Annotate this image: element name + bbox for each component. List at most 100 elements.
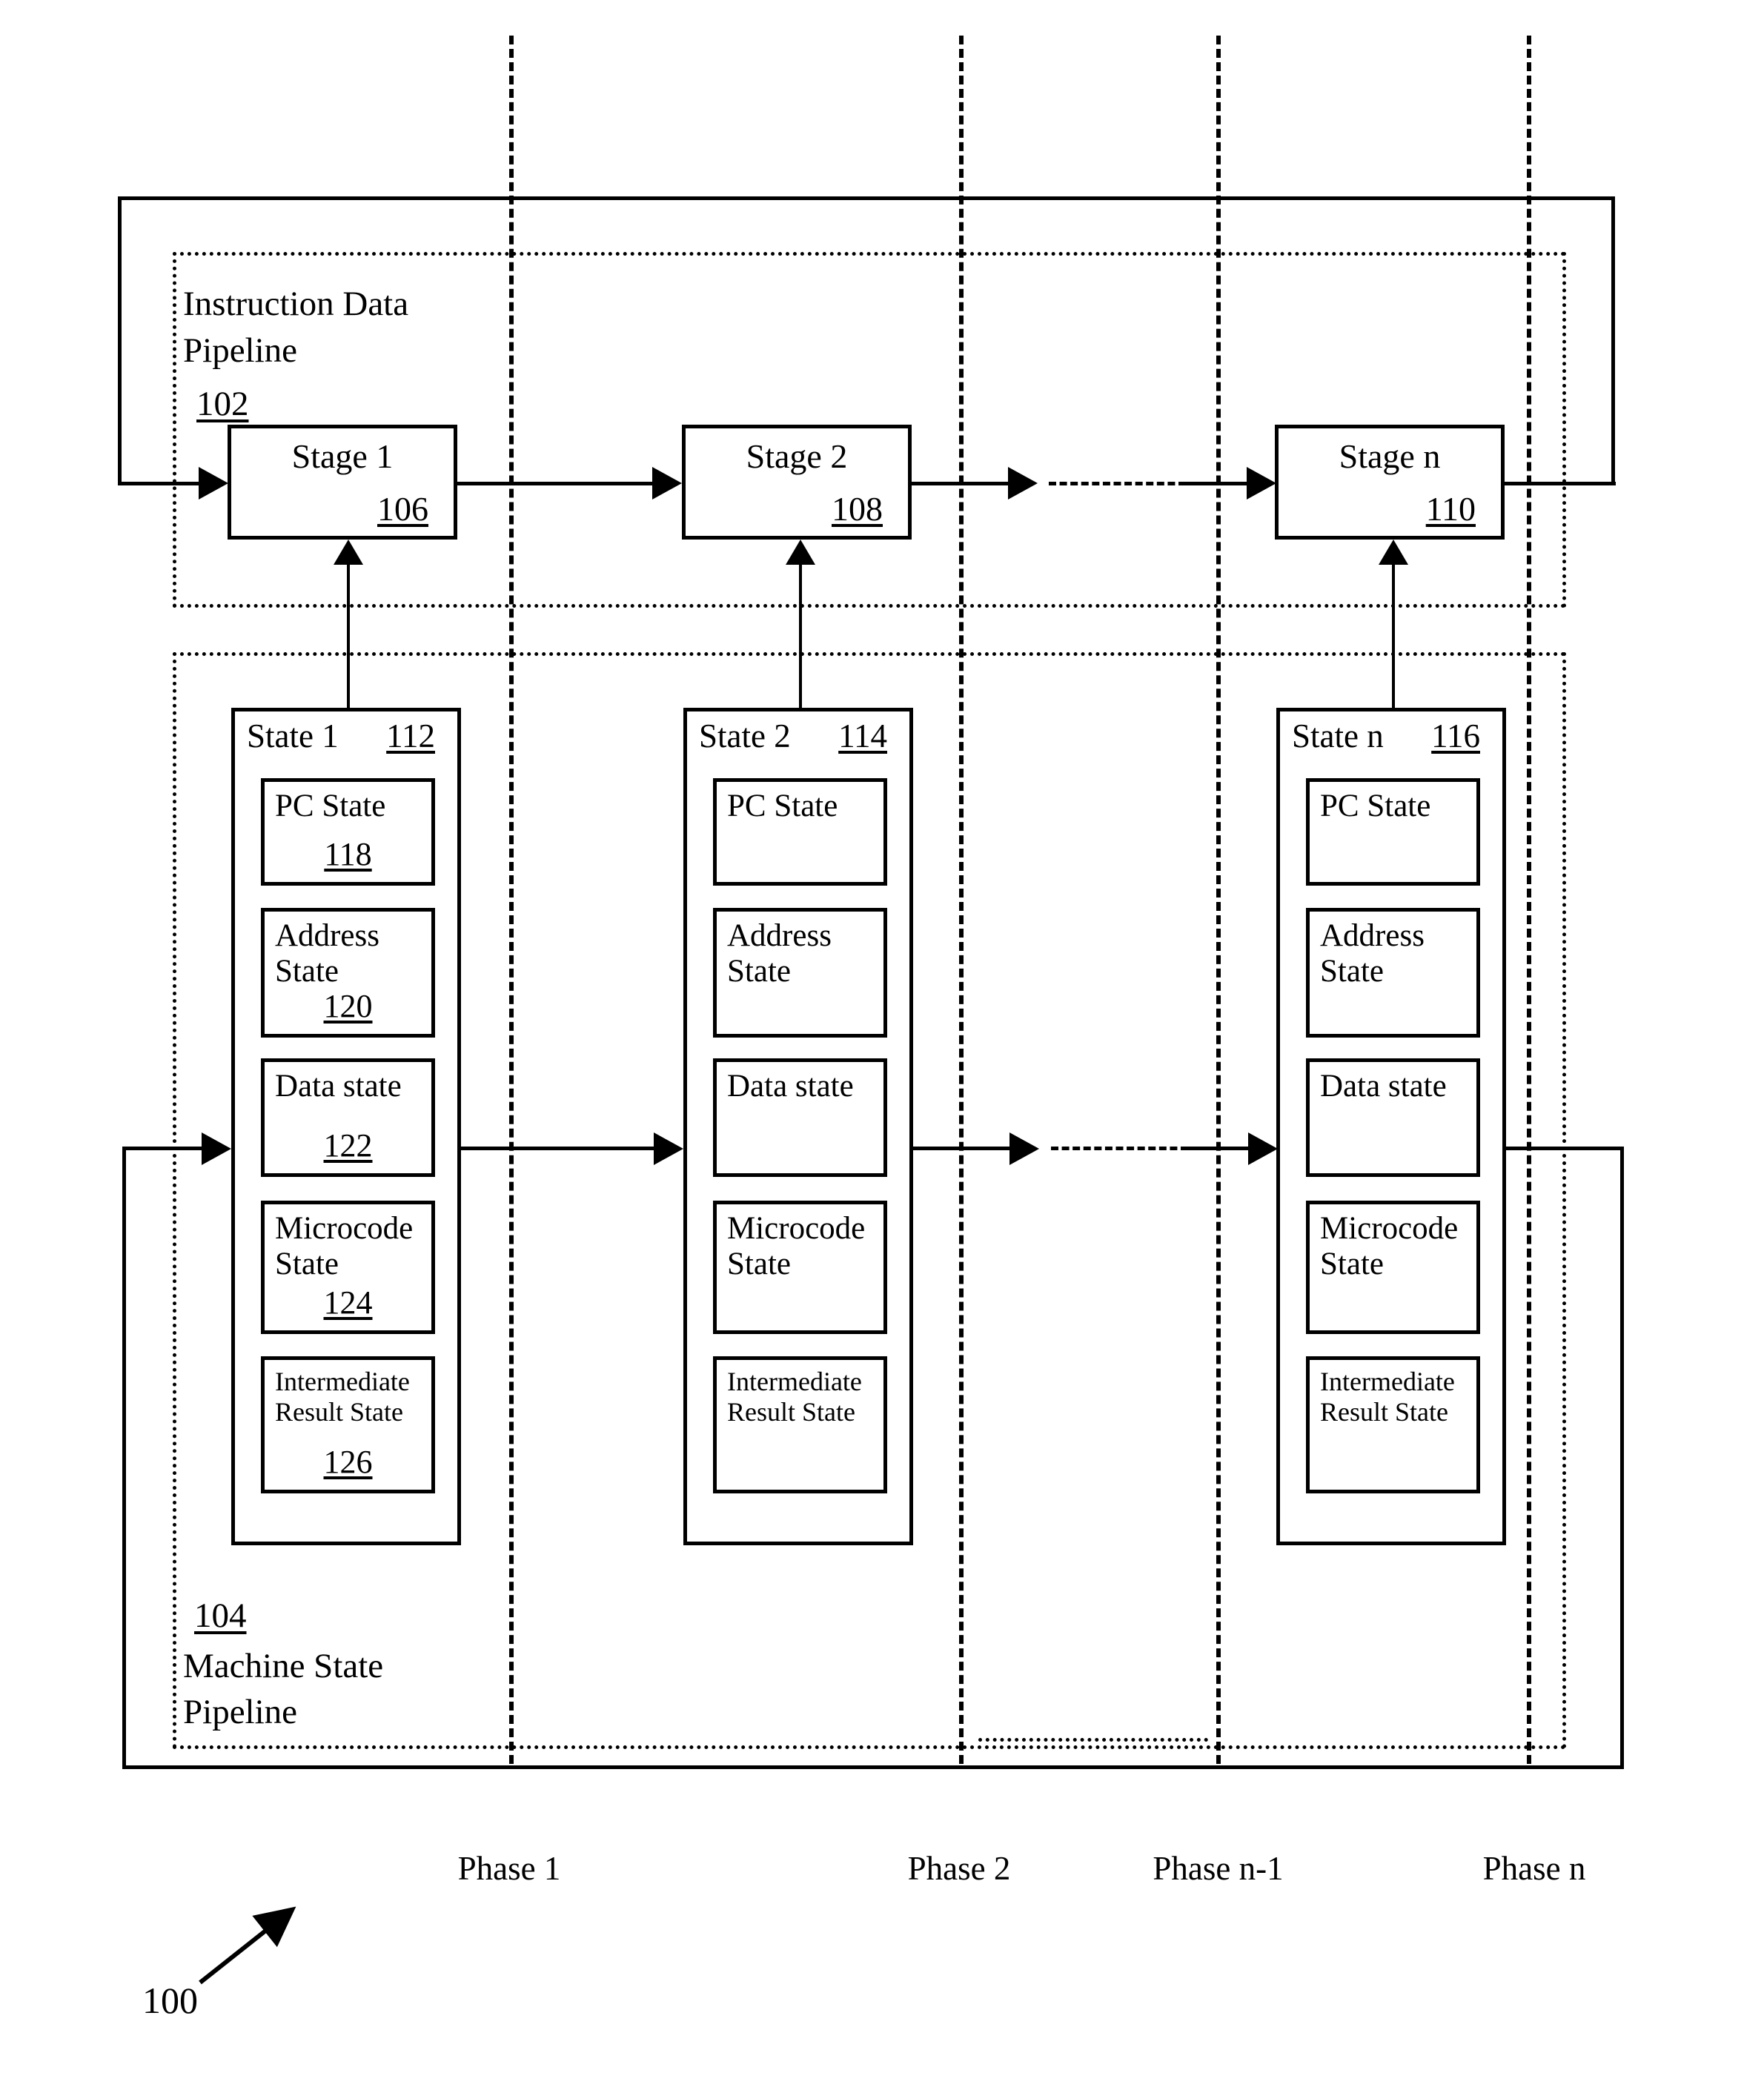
stage-n-ref: 110 [1425, 490, 1476, 528]
state1-to-state2-line [461, 1147, 657, 1150]
state-2-microcode-state-label: Microcode State [727, 1211, 866, 1282]
state-1-microcode-state[interactable]: Microcode State 124 [261, 1201, 435, 1334]
state1-to-stage1-line [347, 563, 350, 711]
state-2-address-state[interactable]: Address State [713, 908, 887, 1038]
state-n-microcode-state-label: Microcode State [1320, 1211, 1459, 1282]
state-1-address-state-ref: 120 [323, 988, 373, 1024]
state-n-pc-state-label: PC State [1320, 789, 1431, 823]
stage-box-1[interactable]: Stage 1 106 [228, 425, 457, 540]
arrow-into-stage-1 [199, 467, 228, 500]
state-n-ref: 116 [1431, 717, 1480, 754]
arrow-state2-continuation [1009, 1132, 1039, 1165]
state-1-label: State 1 [247, 717, 339, 754]
machine-feedback-left-stub [122, 1147, 208, 1150]
state-n-header: State n 116 [1292, 717, 1491, 754]
stage-continuation-dashes [1049, 482, 1186, 485]
state-n-data-state[interactable]: Data state [1306, 1058, 1480, 1177]
stage-n-in-line [1186, 482, 1249, 485]
state-2-ref: 114 [838, 717, 887, 754]
phase-label-n: Phase n [1482, 1850, 1586, 1887]
state-1-address-state[interactable]: Address State 120 [261, 908, 435, 1038]
state-n-in-line [1188, 1147, 1251, 1150]
instruction-feedback-top [118, 196, 1615, 200]
phase-label-2: Phase 2 [907, 1850, 1011, 1887]
state-1-data-state[interactable]: Data state 122 [261, 1058, 435, 1177]
state2-to-stage2-line [799, 563, 802, 711]
stage-2-ref: 108 [832, 490, 883, 528]
phase-label-1: Phase 1 [457, 1850, 561, 1887]
patent-figure: Instruction Data Pipeline 102 Stage 1 10… [0, 0, 1764, 2090]
state-1-address-state-label: Address State [275, 918, 379, 989]
state-n-pc-state[interactable]: PC State [1306, 778, 1480, 886]
state-column-n[interactable]: State n 116 PC State Address State Data … [1276, 708, 1506, 1545]
state-1-microcode-state-label: Microcode State [275, 1211, 414, 1282]
state-1-header: State 1 112 [247, 717, 445, 754]
instruction-pipeline-title: Instruction Data [183, 282, 408, 326]
state-1-pc-state-ref: 118 [324, 836, 372, 872]
stage-n-label: Stage n [1339, 437, 1441, 475]
state-n-label: State n [1292, 717, 1384, 754]
state-1-pc-state-label: PC State [275, 789, 386, 823]
machine-feedback-right [1620, 1147, 1624, 1769]
arrow-state1-to-stage1 [334, 540, 363, 565]
state-2-label: State 2 [699, 717, 791, 754]
stage-1-ref: 106 [377, 490, 428, 528]
state-2-address-state-label: Address State [727, 918, 832, 989]
machine-pipeline-ref: 104 [194, 1596, 247, 1635]
state-2-microcode-state[interactable]: Microcode State [713, 1201, 887, 1334]
stage-1-label: Stage 1 [291, 437, 394, 475]
instruction-pipeline-title-line2: Pipeline [183, 331, 298, 370]
state-2-intermediate-result-state[interactable]: Intermediate Result State [713, 1356, 887, 1493]
state-continuation-dashes [1051, 1147, 1188, 1150]
instruction-feedback-left [118, 196, 122, 485]
state-column-1[interactable]: State 1 112 PC State 118 Address State 1… [231, 708, 461, 1545]
figure-ref-arrow [199, 1906, 296, 1985]
machine-feedback-right-stub [1506, 1147, 1624, 1150]
state-1-data-state-ref: 122 [323, 1127, 373, 1164]
state-1-intermediate-result-state-label: Intermediate Result State [275, 1367, 410, 1427]
state-1-intermediate-result-state-ref: 126 [323, 1444, 373, 1480]
machine-feedback-bottom [122, 1765, 1624, 1769]
arrow-staten-to-stagen [1379, 540, 1408, 565]
stage2-out-line [912, 482, 1012, 485]
state-n-address-state-label: Address State [1320, 918, 1425, 989]
arrow-into-state-n [1248, 1132, 1278, 1165]
state-2-data-state-label: Data state [727, 1069, 854, 1104]
stage-n-out-line [1505, 482, 1616, 485]
instruction-pipeline-title-2: Pipeline [183, 328, 297, 373]
state-1-data-state-label: Data state [275, 1069, 402, 1104]
state-2-pc-state[interactable]: PC State [713, 778, 887, 886]
state-n-address-state[interactable]: Address State [1306, 908, 1480, 1038]
arrow-stage2-continuation [1008, 467, 1038, 500]
stage-box-n[interactable]: Stage n 110 [1275, 425, 1505, 540]
stage1-to-stage2-line [457, 482, 654, 485]
machine-pipeline-title-line2: Pipeline [183, 1693, 298, 1731]
stage-box-2[interactable]: Stage 2 108 [682, 425, 912, 540]
state-2-header: State 2 114 [699, 717, 898, 754]
machine-pipeline-title-line1: Machine State [183, 1647, 384, 1685]
state-1-microcode-state-ref: 124 [323, 1284, 373, 1321]
state-column-2[interactable]: State 2 114 PC State Address State Data … [683, 708, 913, 1545]
machine-feedback-left [122, 1147, 126, 1769]
machine-pipeline-title-2: Pipeline [183, 1690, 297, 1734]
state-1-ref: 112 [386, 717, 435, 754]
state-n-intermediate-result-state-label: Intermediate Result State [1320, 1367, 1455, 1427]
state-n-intermediate-result-state[interactable]: Intermediate Result State [1306, 1356, 1480, 1493]
state-1-pc-state[interactable]: PC State 118 [261, 778, 435, 886]
arrow-state2-to-stage2 [786, 540, 815, 565]
instruction-feedback-right [1611, 196, 1615, 485]
figure-number: 100 [142, 1980, 198, 2021]
arrow-into-state-2 [654, 1132, 683, 1165]
stage-2-label: Stage 2 [746, 437, 848, 475]
phase-label-n-minus-1: Phase n-1 [1153, 1850, 1284, 1887]
instruction-pipeline-ref: 102 [196, 385, 249, 423]
arrow-into-stage-2 [652, 467, 682, 500]
machine-pipeline-title: Machine State [183, 1644, 383, 1688]
state-n-data-state-label: Data state [1320, 1069, 1447, 1104]
staten-to-stagen-line [1392, 563, 1395, 711]
arrow-into-stage-n [1247, 467, 1276, 500]
state2-out-line [913, 1147, 1013, 1150]
state-1-intermediate-result-state[interactable]: Intermediate Result State 126 [261, 1356, 435, 1493]
state-2-data-state[interactable]: Data state [713, 1058, 887, 1177]
state-n-microcode-state[interactable]: Microcode State [1306, 1201, 1480, 1334]
